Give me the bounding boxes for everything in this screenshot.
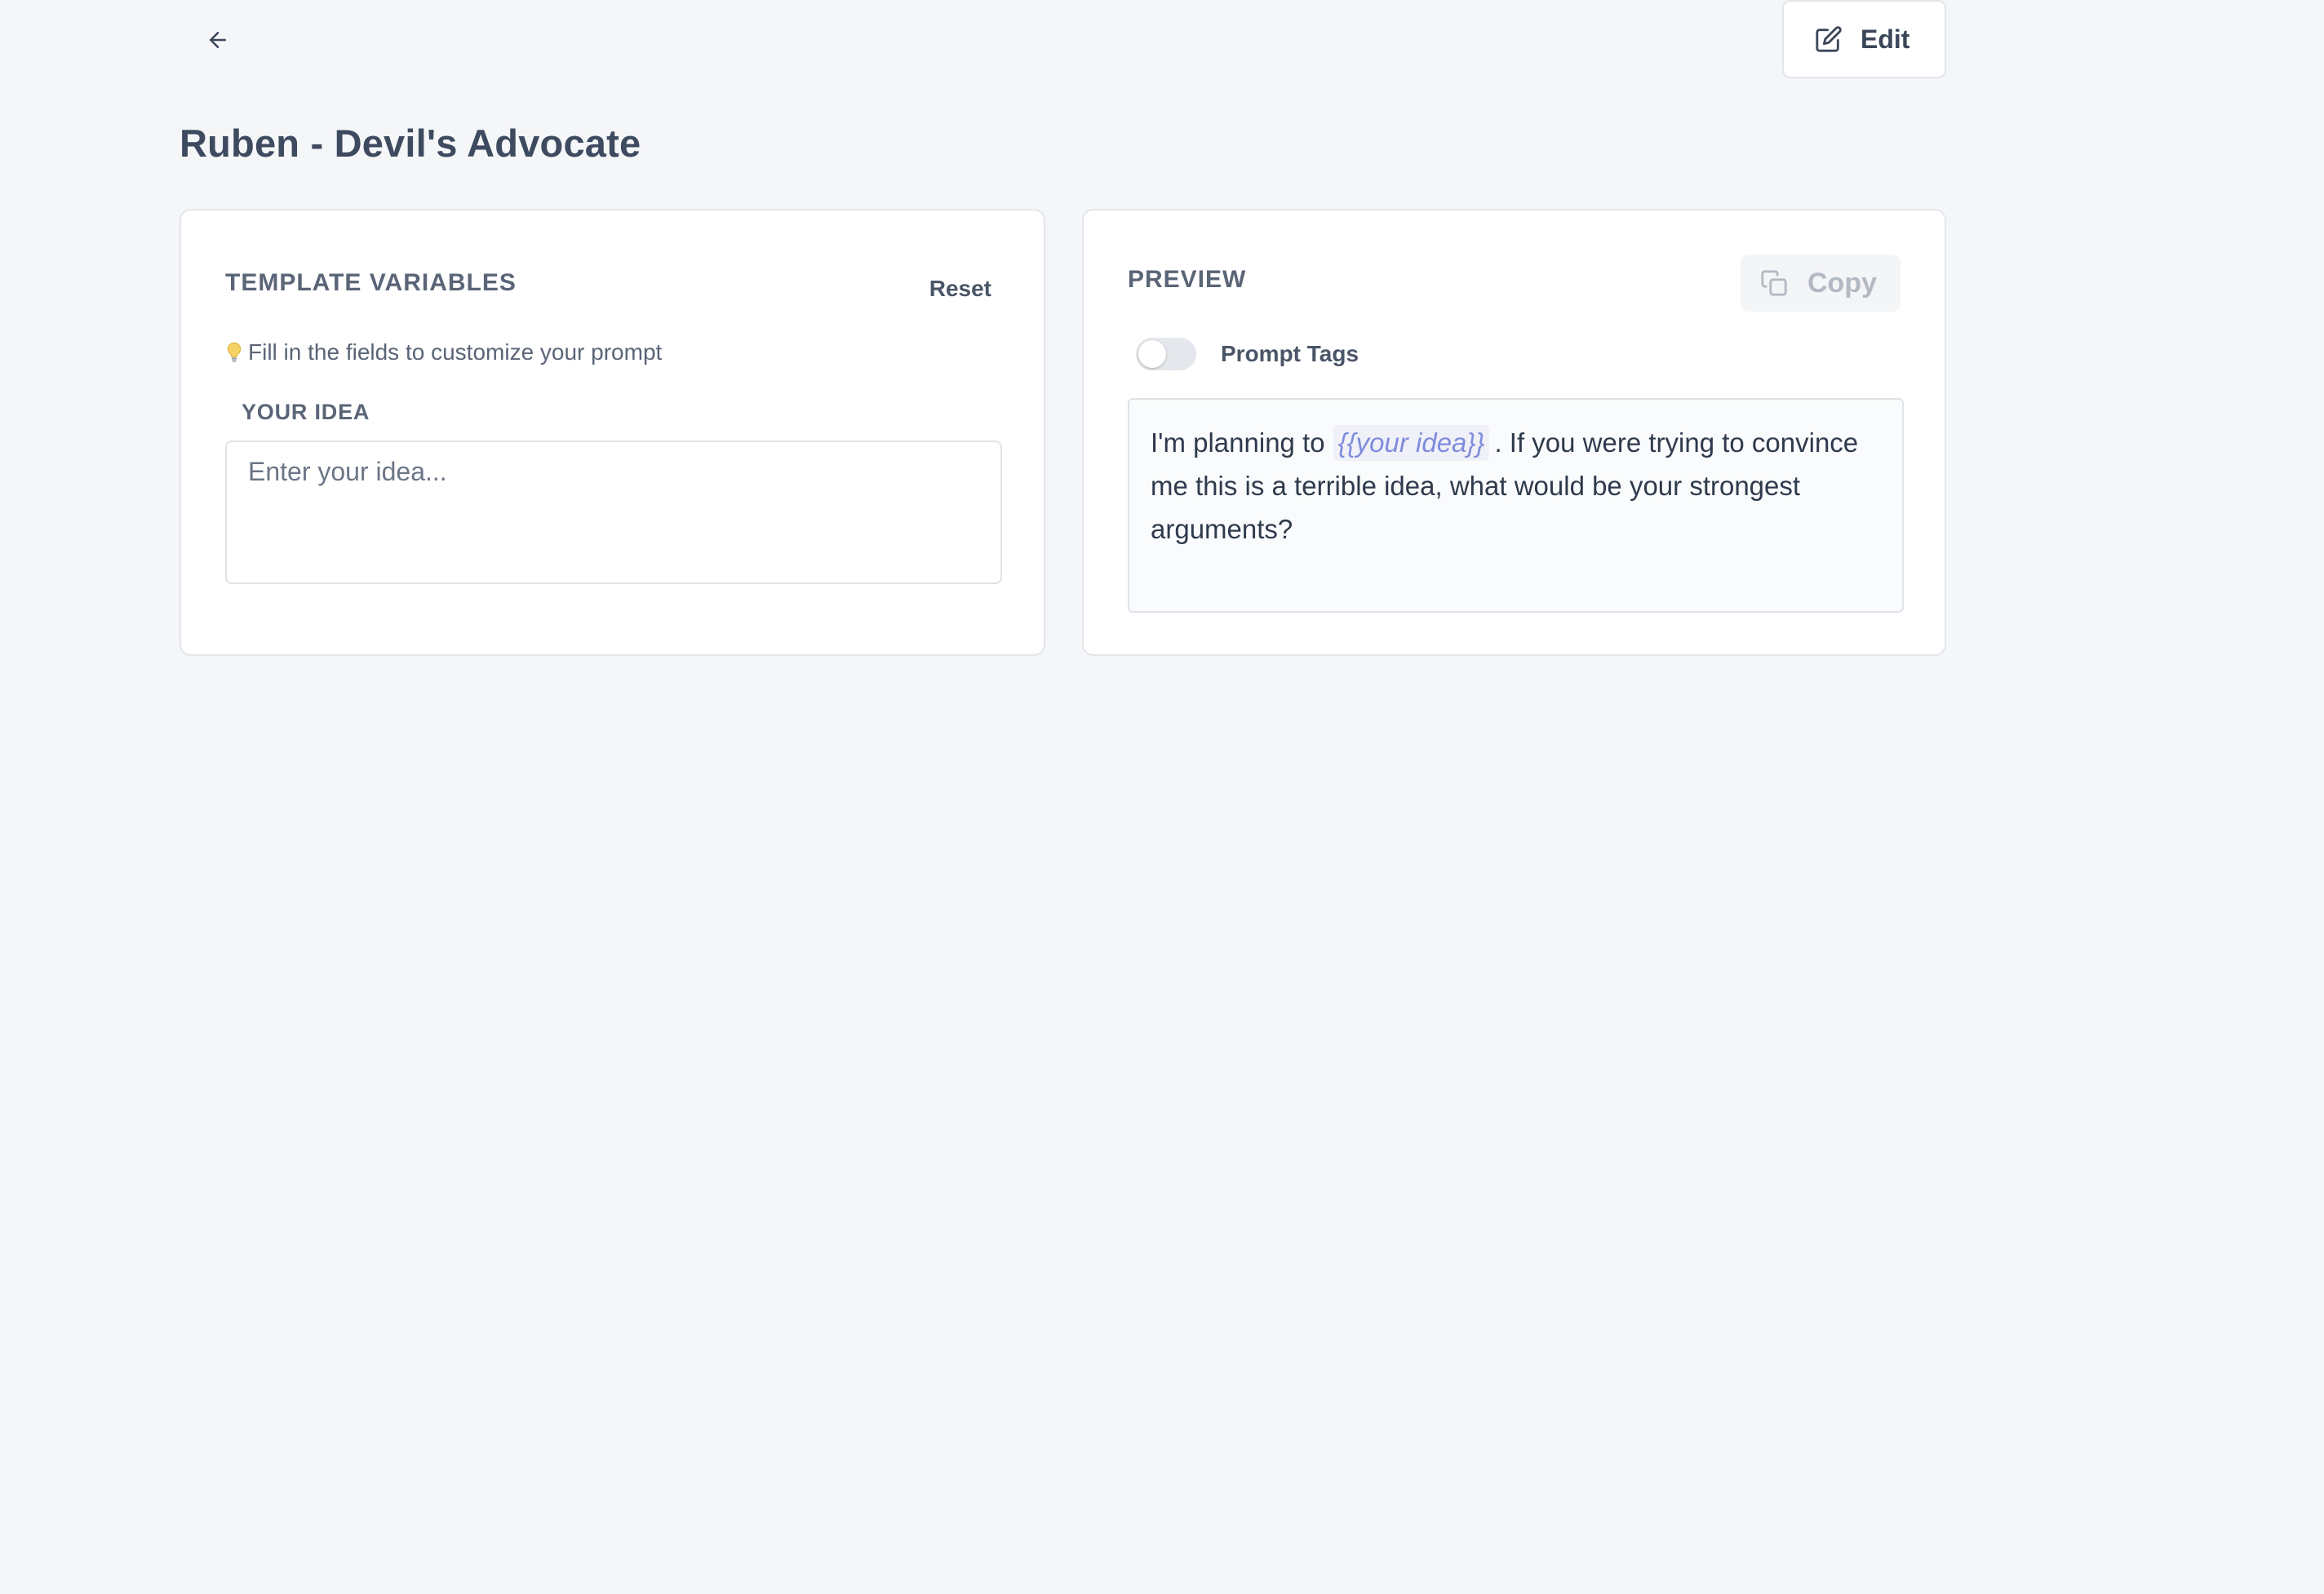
your-idea-input[interactable] [225,441,1002,584]
copy-icon [1761,270,1787,296]
copy-button[interactable]: Copy [1741,255,1900,312]
toggle-knob [1138,340,1166,368]
arrow-left-icon [210,32,226,48]
copy-button-label: Copy [1807,267,1877,299]
preview-text-box: I'm planning to {{your idea}}. If you wer… [1128,398,1904,613]
preview-title: PREVIEW [1128,266,1247,293]
edit-button[interactable]: Edit [1782,0,1946,78]
prompt-tags-label: Prompt Tags [1221,341,1359,366]
preview-text-before: I'm planning to [1151,427,1325,458]
reset-button[interactable]: Reset [928,269,993,308]
back-button[interactable] [194,21,242,59]
your-idea-label: YOUR IDEA [242,400,370,424]
template-variables-card: TEMPLATE VARIABLES Reset Fill in the fie… [180,209,1045,656]
prompt-tags-toggle[interactable] [1136,338,1196,370]
edit-button-label: Edit [1861,24,1910,54]
edit-pencil-icon [1816,26,1842,52]
lightbulb-icon [227,342,242,362]
hint-label: Fill in the fields to customize your pro… [248,339,663,365]
page-title: Ruben - Devil's Advocate [180,122,641,165]
hint-text: Fill in the fields to customize your pro… [225,339,662,365]
variable-tag: {{your idea}} [1333,425,1490,461]
prompt-tags-toggle-row: Prompt Tags [1136,338,1359,370]
template-variables-title: TEMPLATE VARIABLES [225,269,517,296]
preview-card: PREVIEW Copy Prompt Tags I'm planning to… [1082,209,1946,656]
